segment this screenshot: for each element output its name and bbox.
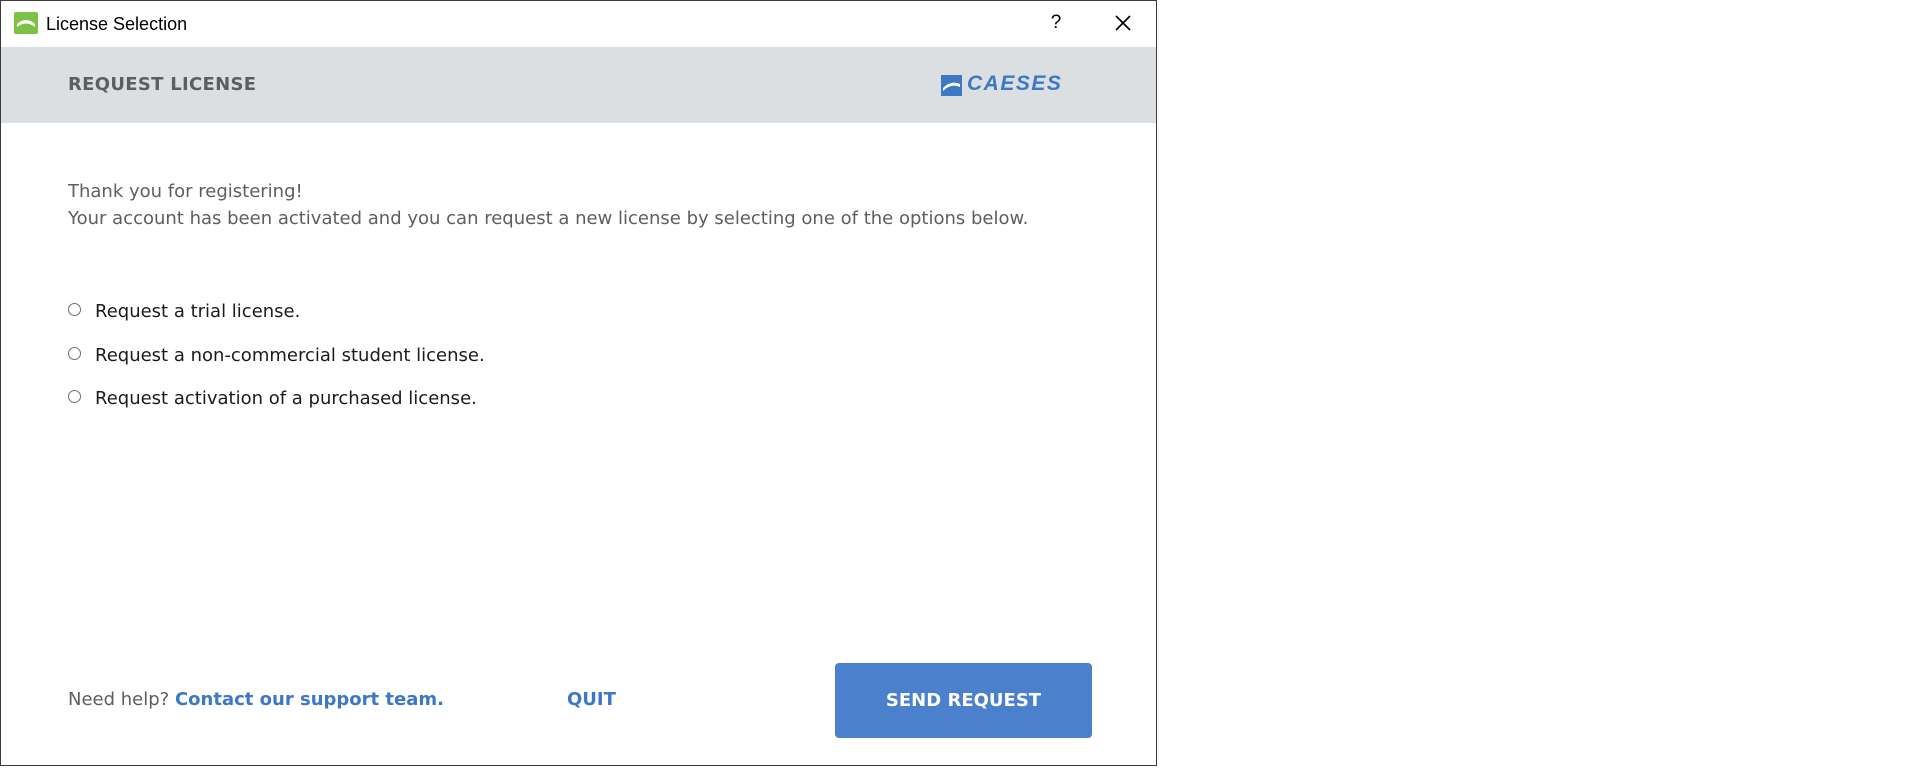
intro-thanks: Thank you for registering! bbox=[68, 181, 303, 202]
option-label[interactable]: Request a non-commercial student license… bbox=[95, 345, 485, 366]
brand-wordmark: CAESES bbox=[967, 72, 1063, 95]
brand-mark-icon bbox=[941, 75, 962, 96]
option-label[interactable]: Request activation of a purchased licens… bbox=[95, 388, 477, 409]
page-title: REQUEST LICENSE bbox=[68, 74, 257, 95]
radio-trial-license[interactable] bbox=[68, 303, 81, 316]
support-link[interactable]: Contact our support team. bbox=[175, 689, 444, 710]
title-bar: License Selection ? bbox=[1, 1, 1156, 47]
close-icon bbox=[1115, 15, 1131, 31]
option-label[interactable]: Request a trial license. bbox=[95, 301, 300, 322]
quit-button[interactable]: QUIT bbox=[567, 689, 616, 710]
send-request-button[interactable]: SEND REQUEST bbox=[835, 663, 1092, 738]
header-band: REQUEST LICENSE CAESES bbox=[1, 47, 1156, 123]
license-selection-window: License Selection ? REQUEST LICENSE CAES… bbox=[0, 0, 1157, 766]
intro-instructions: Your account has been activated and you … bbox=[68, 208, 1029, 229]
radio-student-license[interactable] bbox=[68, 347, 81, 360]
help-button[interactable]: ? bbox=[1041, 7, 1071, 39]
help-prefix: Need help? bbox=[68, 689, 170, 710]
brand-logo: CAESES bbox=[941, 71, 1093, 97]
close-button[interactable] bbox=[1107, 7, 1139, 39]
help-text: Need help? Contact our support team. bbox=[68, 689, 444, 710]
app-icon bbox=[14, 12, 38, 34]
radio-purchased-license[interactable] bbox=[68, 390, 81, 403]
window-title: License Selection bbox=[46, 14, 188, 34]
